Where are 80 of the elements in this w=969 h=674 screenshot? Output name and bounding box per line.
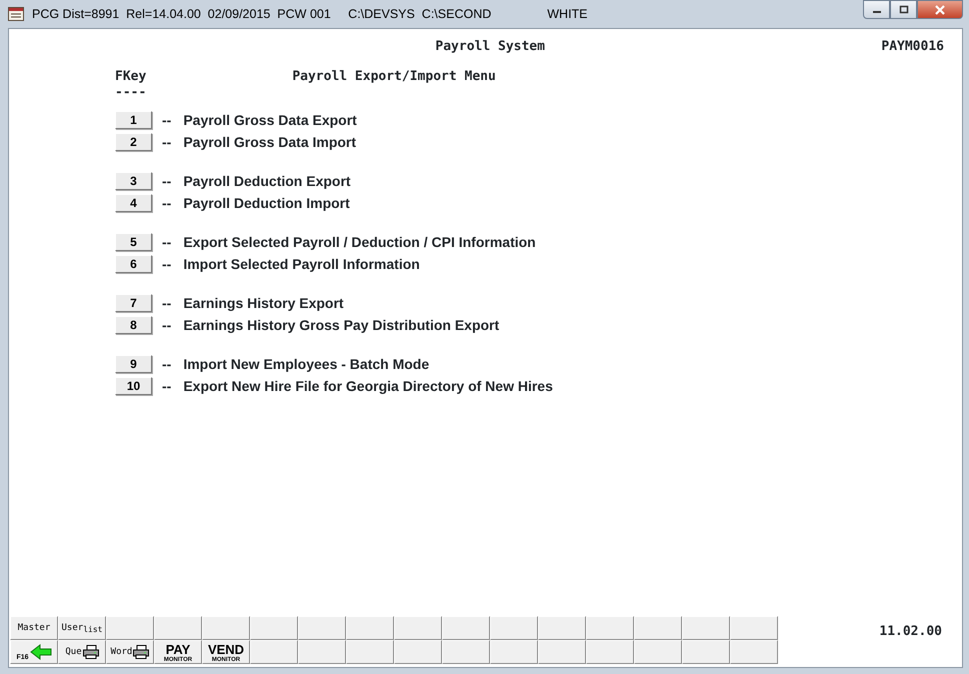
- menu-option: Export New Hire File for Georgia Directory of New Hires: [183, 378, 553, 394]
- toolbar-button[interactable]: [586, 616, 634, 640]
- function-key-button[interactable]: 8: [115, 316, 152, 334]
- toolbar-button[interactable]: [298, 616, 346, 640]
- toolbar-button[interactable]: [394, 640, 442, 664]
- function-key-button[interactable]: 9: [115, 354, 152, 372]
- screen-id: PAYM0016: [881, 38, 944, 56]
- toolbar-button[interactable]: [730, 640, 778, 664]
- dash-separator: --: [162, 378, 172, 394]
- monitor-label: VEND: [208, 642, 244, 656]
- toolbar-button[interactable]: [298, 640, 346, 664]
- function-key-button[interactable]: 7: [115, 294, 152, 312]
- menu-option: Payroll Gross Data Import: [183, 134, 356, 150]
- user-name: WHITE: [547, 6, 588, 23]
- toolbar-button[interactable]: [394, 616, 442, 640]
- toolbar-button[interactable]: [346, 640, 394, 664]
- toolbar-button[interactable]: [634, 616, 682, 640]
- dash-separator: --: [162, 194, 172, 210]
- toolbar-button[interactable]: Master: [10, 616, 58, 640]
- maximize-icon: [898, 5, 908, 14]
- toolbar-button[interactable]: [490, 616, 538, 640]
- clock-time: 11.02.00: [879, 623, 942, 641]
- function-key-button[interactable]: 3: [115, 172, 152, 190]
- dash-separator: --: [162, 112, 172, 128]
- printer-icon: [133, 645, 150, 659]
- toolbar-button[interactable]: [682, 616, 730, 640]
- toolbar-button[interactable]: [202, 616, 250, 640]
- minimize-button[interactable]: [863, 0, 890, 19]
- menu-option: Import New Employees - Batch Mode: [183, 356, 430, 372]
- toolbar-button[interactable]: [730, 616, 778, 640]
- toolbar-button[interactable]: [154, 616, 202, 640]
- dash-separator: --: [162, 316, 172, 332]
- menu-option: Export Selected Payroll / Deduction / CPI Information: [183, 234, 536, 250]
- function-key-button[interactable]: 10: [115, 376, 152, 394]
- back-arrow-icon: [30, 644, 52, 660]
- toolbar-button[interactable]: [250, 640, 298, 664]
- printer-label: Que: [65, 648, 82, 656]
- toolbar-button[interactable]: [442, 616, 490, 640]
- dash-separator: --: [162, 134, 172, 150]
- dash-separator: --: [162, 256, 172, 272]
- menu-option: Import Selected Payroll Information: [183, 256, 420, 272]
- window-title: PCG Dist=8991 Rel=14.04.00 02/09/2015 PCW 001 C:\DEVSYS C:\SECOND: [32, 6, 492, 23]
- menu-option: Payroll Deduction Import: [183, 194, 350, 210]
- toolbar-button[interactable]: Word: [106, 640, 154, 664]
- toolbar-button[interactable]: [442, 640, 490, 664]
- function-key-button[interactable]: 2: [115, 132, 152, 150]
- toolbar-button[interactable]: [346, 616, 394, 640]
- screen-title: Payroll System: [434, 38, 546, 56]
- function-key-button[interactable]: 4: [115, 194, 152, 212]
- dash-separator: --: [162, 234, 172, 250]
- toolbar-button[interactable]: [586, 640, 634, 664]
- toolbar-button[interactable]: [490, 640, 538, 664]
- toolbar-button[interactable]: [634, 640, 682, 664]
- app-icon[interactable]: [8, 7, 24, 21]
- menu-option: Earnings History Gross Pay Distribution Export: [183, 316, 500, 332]
- dash-separator: --: [162, 172, 172, 188]
- function-key-button[interactable]: 1: [115, 110, 152, 128]
- monitor-label: PAY: [166, 642, 190, 656]
- toolbar-button[interactable]: [538, 616, 586, 640]
- function-key-button[interactable]: 5: [115, 232, 152, 250]
- menu-option: Payroll Deduction Export: [183, 172, 351, 188]
- printer-icon: [82, 645, 99, 659]
- printer-label: Word: [110, 648, 132, 656]
- toolbar-button[interactable]: [250, 616, 298, 640]
- dash-separator: --: [162, 294, 172, 310]
- toolbar-button[interactable]: Que: [58, 640, 106, 664]
- menu-option: Earnings History Export: [183, 294, 344, 310]
- menu-title: Payroll Export/Import Menu: [292, 68, 496, 86]
- column-heading: FKey: [115, 68, 146, 86]
- heading-underline: ----: [115, 84, 146, 100]
- toolbar-button[interactable]: [538, 640, 586, 664]
- maximize-button[interactable]: [890, 0, 917, 19]
- close-button[interactable]: [917, 0, 963, 19]
- function-key-button[interactable]: 6: [115, 254, 152, 272]
- toolbar-button[interactable]: User$_{list}$: [58, 616, 106, 640]
- toolbar-button[interactable]: [106, 616, 154, 640]
- dash-separator: --: [162, 356, 172, 372]
- close-icon: [934, 4, 946, 14]
- menu-option: Payroll Gross Data Export: [183, 112, 357, 128]
- toolbar-button[interactable]: [682, 640, 730, 664]
